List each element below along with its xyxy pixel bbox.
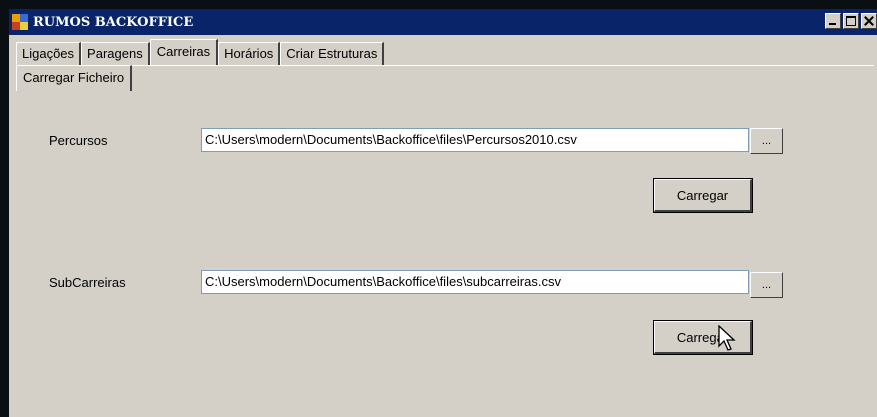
sub-tabs: Carregar Ficheiro: [16, 65, 133, 91]
main-tabs: Ligações Paragens Carreiras Horários Cri…: [16, 39, 385, 65]
tab-paragens[interactable]: Paragens: [81, 42, 150, 65]
subcarreiras-path-field[interactable]: C:\Users\modern\Documents\Backoffice\fil…: [201, 270, 749, 294]
percursos-label: Percursos: [49, 133, 108, 148]
window-title: RUMOS BACKOFFICE: [33, 14, 194, 30]
percursos-browse-button[interactable]: ...: [750, 128, 783, 154]
tab-carreiras[interactable]: Carreiras: [149, 39, 219, 65]
app-window: RUMOS BACKOFFICE Ligações Paragens Carre…: [9, 9, 877, 417]
window-controls: [823, 13, 877, 29]
tab-horarios[interactable]: Horários: [218, 42, 281, 65]
minimize-button[interactable]: [825, 13, 841, 29]
percursos-path-field[interactable]: C:\Users\modern\Documents\Backoffice\fil…: [201, 128, 749, 152]
tab-criar-estruturas[interactable]: Criar Estruturas: [280, 42, 385, 65]
mouse-pointer-icon: [718, 325, 736, 351]
percursos-load-button[interactable]: Carregar: [653, 178, 753, 213]
tab-ligacoes[interactable]: Ligações: [16, 42, 82, 65]
tab-carregar-ficheiro[interactable]: Carregar Ficheiro: [16, 65, 133, 91]
subcarreiras-label: SubCarreiras: [49, 275, 126, 290]
maximize-button[interactable]: [843, 13, 859, 29]
app-icon: [12, 14, 28, 30]
title-bar[interactable]: RUMOS BACKOFFICE: [9, 9, 877, 35]
tab-divider: [16, 65, 874, 66]
subcarreiras-browse-button[interactable]: ...: [750, 272, 783, 298]
close-button[interactable]: [861, 13, 877, 29]
